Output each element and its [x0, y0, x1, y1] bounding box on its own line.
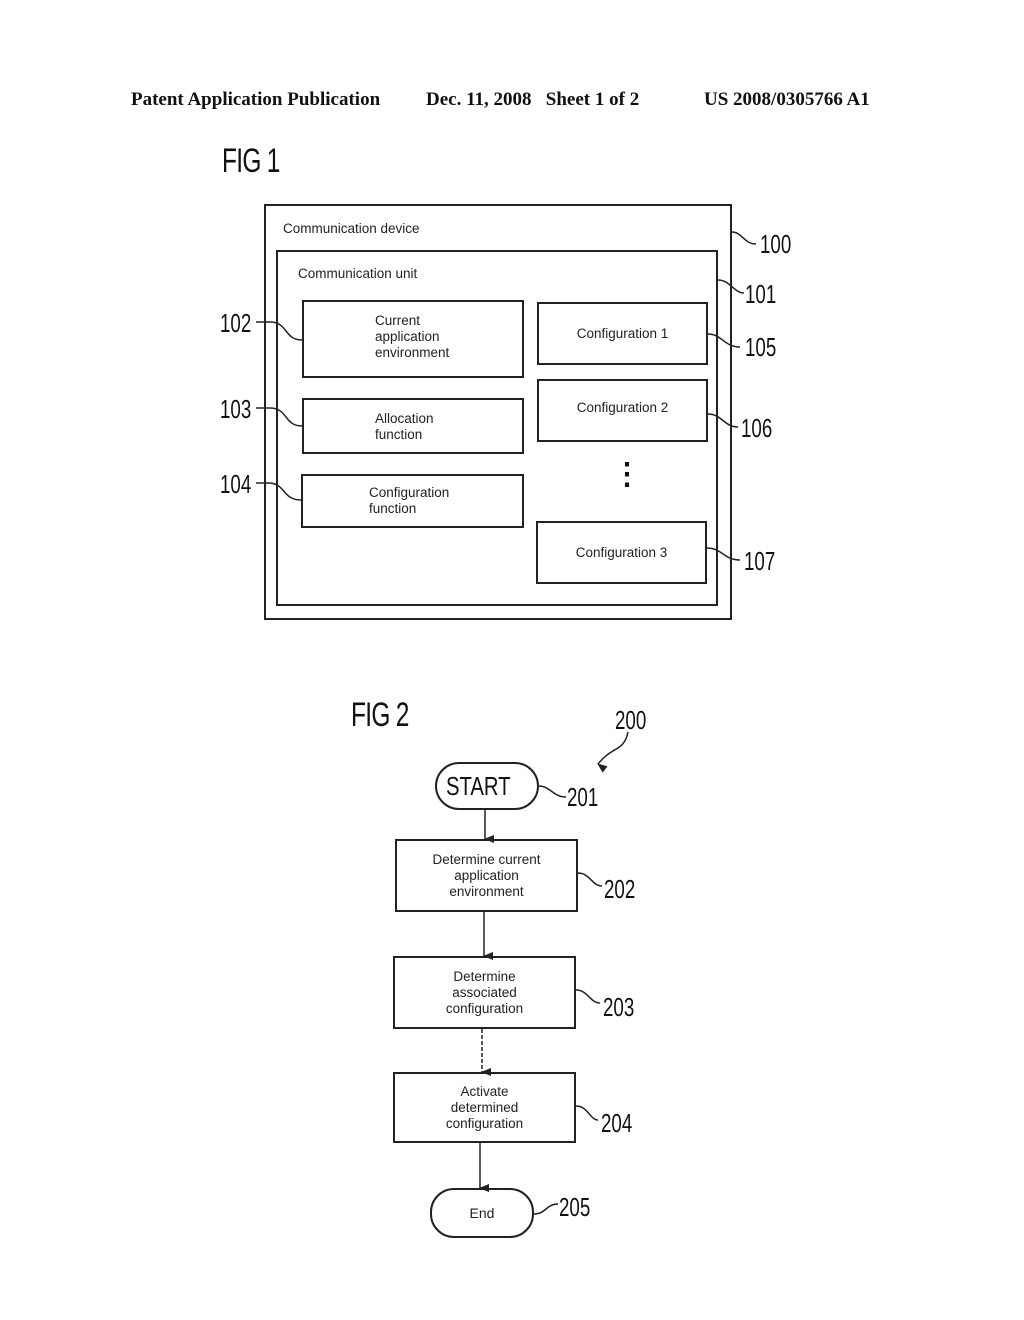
configuration-2-label: Configuration 2	[576, 399, 669, 415]
step-202-line: application	[454, 867, 519, 883]
current-application-environment-block: Current application environment	[302, 300, 524, 378]
ref-200: 200	[615, 705, 647, 735]
block-104-line: function	[369, 501, 417, 516]
configuration-function-block: Configuration function	[301, 474, 524, 528]
fig2-title: FIG 2	[351, 696, 409, 734]
step-activate-determined-configuration: Activate determined configuration	[393, 1072, 576, 1143]
step-204-line: configuration	[445, 1115, 524, 1131]
configuration-1-label: Configuration 1	[576, 325, 669, 341]
step-determine-associated-configuration: Determine associated configuration	[393, 956, 576, 1029]
ellipsis-more-configurations: ⋮	[612, 458, 642, 491]
ref-106: 106	[741, 413, 773, 443]
configuration-3-label: Configuration 3	[575, 544, 668, 560]
ref-103: 103	[220, 394, 252, 424]
allocation-function-block: Allocation function	[302, 398, 524, 454]
ref-100: 100	[760, 229, 792, 259]
fig1-title: FIG 1	[222, 142, 280, 180]
block-102-line: environment	[375, 345, 450, 360]
ref-107: 107	[744, 546, 776, 576]
start-terminal: START	[435, 762, 539, 810]
leader-204	[575, 1105, 599, 1121]
block-103-line: function	[375, 427, 423, 442]
ref-202: 202	[604, 874, 636, 904]
block-102-line: Current	[375, 313, 421, 328]
end-label: End	[469, 1205, 495, 1221]
step-202-line: environment	[449, 883, 524, 899]
communication-unit-label: Communication unit	[298, 266, 418, 281]
end-terminal: End	[430, 1188, 534, 1238]
ref-105: 105	[745, 332, 777, 362]
ref-201: 201	[567, 782, 599, 812]
leader-201	[538, 785, 567, 798]
leader-202	[577, 872, 603, 887]
configuration-3-block: Configuration 3	[536, 521, 707, 584]
leader-200	[597, 731, 629, 773]
ref-203: 203	[603, 992, 635, 1022]
configuration-2-block: Configuration 2	[537, 379, 708, 442]
leader-100	[731, 231, 757, 245]
publication-number: US 2008/0305766 A1	[704, 89, 870, 110]
ref-204: 204	[601, 1108, 633, 1138]
step-202-line: Determine current	[432, 851, 541, 867]
start-label: START	[445, 770, 511, 801]
publication-type: Patent Application Publication	[131, 89, 381, 110]
configuration-1-block: Configuration 1	[537, 302, 708, 365]
leader-205	[533, 1203, 559, 1215]
publication-date-sheet: Dec. 11, 2008 Sheet 1 of 2	[426, 89, 640, 110]
block-102-line: application	[375, 329, 440, 344]
step-203-line: Determine	[453, 968, 516, 984]
ref-104: 104	[220, 469, 252, 499]
step-204-line: determined	[450, 1099, 519, 1115]
block-104-line: Configuration	[369, 485, 450, 500]
ref-205: 205	[559, 1192, 591, 1222]
leader-203	[575, 989, 601, 1004]
step-203-line: associated	[452, 984, 517, 1000]
step-203-line: configuration	[445, 1000, 524, 1016]
block-103-line: Allocation	[375, 411, 434, 426]
step-determine-current-application-environment: Determine current application environmen…	[395, 839, 578, 912]
ref-101: 101	[745, 279, 777, 309]
communication-device-label: Communication device	[283, 221, 420, 236]
ref-102: 102	[220, 308, 252, 338]
step-204-line: Activate	[460, 1083, 509, 1099]
